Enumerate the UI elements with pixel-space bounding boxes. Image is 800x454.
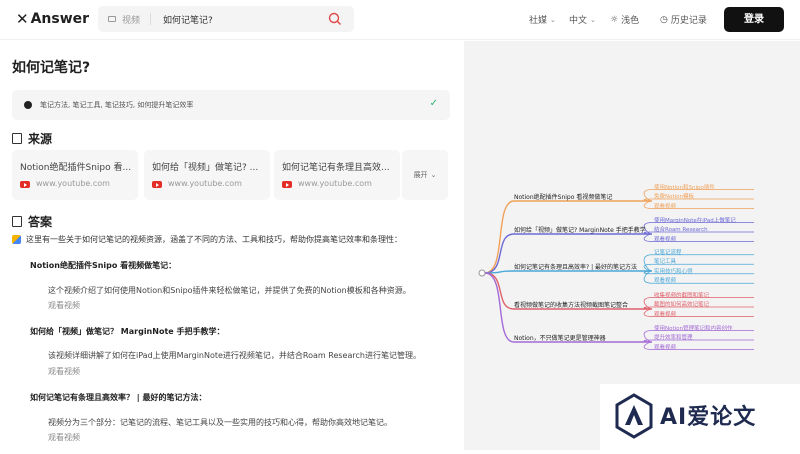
mindmap-leaf-label[interactable]: 笔记工具 (654, 257, 676, 265)
mindmap-leaf-label[interactable]: 结合Roam Research (654, 225, 708, 233)
theme-toggle[interactable]: ☼ 浅色 (610, 13, 640, 27)
source-card[interactable]: Notion绝配插件Snipo 看... www.youtube.com (12, 150, 138, 200)
clock-icon: ◷ (660, 14, 668, 25)
mindmap-branch-label[interactable]: Notion绝配插件Snipo 看视频做笔记 (514, 192, 612, 201)
chevron-down-icon: ⌄ (430, 171, 437, 179)
answer-item-title: 如何给「视频」做笔记？ MarginNote 手把手教学： (30, 327, 225, 336)
history-link-label: 历史记录 (670, 16, 707, 26)
search-source-label[interactable]: 视频 (122, 13, 140, 26)
keywords-bar: 笔记方法, 笔记工具, 笔记技巧, 如何提升笔记效率 ✓ (12, 90, 450, 120)
expand-label: 展开 (413, 171, 428, 179)
source-card[interactable]: 如何记笔记有条理且高效... www.youtube.com (274, 150, 400, 200)
expand-sources-button[interactable]: 展开 ⌄ (402, 150, 448, 200)
mindmap-leaf-label[interactable]: 实用技巧和心得 (654, 267, 693, 275)
mindmap-leaf-label[interactable]: 观看视频 (654, 343, 676, 351)
youtube-icon (152, 181, 162, 188)
sources-heading-text: 来源 (28, 132, 53, 146)
watermark-text: AI爱论文 (660, 405, 757, 430)
watch-video-link[interactable]: 观看视频 (48, 366, 80, 377)
mindmap-leaf-label[interactable]: 使用Notion管理笔记和内容创作 (654, 324, 733, 332)
mindmap-leaf-label[interactable]: 使用MarginNote在iPad上做笔记 (654, 216, 736, 224)
mindmap-leaf-label[interactable]: 记笔记流程 (654, 248, 682, 256)
sun-icon: ☼ (610, 14, 619, 25)
search-divider (150, 13, 152, 25)
language-menu-label: 中文 (569, 16, 588, 26)
social-menu-label: 社媒 (529, 16, 548, 26)
search-bar[interactable]: 视频 如何记笔记? (98, 6, 354, 32)
top-bar: ✕ Answer 视频 如何记笔记? 社媒 ⌄ 中文 ⌄ ☼ 浅色 ◷ 历史记录… (0, 0, 800, 40)
sources-heading: 来源 (12, 130, 52, 147)
answer-item-title: 如何记笔记有条理且高效率？ | 最好的笔记方法： (30, 393, 207, 402)
mindmap-leaf-label[interactable]: 收集视频的截图和笔记 (654, 291, 709, 299)
search-input[interactable]: 如何记笔记? (163, 13, 213, 26)
check-icon: ✓ (429, 98, 438, 109)
login-button[interactable]: 登录 (724, 7, 784, 32)
mindmap-leaf-label[interactable]: 截图的如何高效记笔记 (654, 300, 709, 308)
keywords-text: 笔记方法, 笔记工具, 笔记技巧, 如何提升笔记效率 (40, 101, 194, 109)
app-logo[interactable]: ✕ Answer (16, 10, 89, 28)
answer-intro-text: 这里有一些关于如何记笔记的视频资源，涵盖了不同的方法、工具和技巧，帮助你提高笔记… (26, 235, 402, 244)
watermark-logo-icon (615, 393, 653, 439)
answer-item-desc: 视频分为三个部分：记笔记的流程、笔记工具以及一些实用的技巧和心得，帮助你高效地记… (48, 418, 392, 427)
mindmap-branch-label[interactable]: 如何给「视频」做笔记? MarginNote 手把手教学 (514, 225, 646, 234)
source-card-url: www.youtube.com (36, 179, 110, 188)
answer-item-title: Notion绝配插件Snipo 看视频做笔记： (30, 261, 177, 270)
language-menu[interactable]: 中文 ⌄ (569, 13, 596, 27)
watch-video-link[interactable]: 观看视频 (48, 300, 80, 311)
mindmap-branch-label[interactable]: 如何记笔记有条理且高效率? | 最好的笔记方法 (514, 262, 637, 271)
mindmap-branch-label[interactable]: Notion，不只做笔记更是管理神器 (514, 333, 606, 342)
document-icon (12, 133, 22, 144)
source-card-title: 如何给「视频」做笔记? ... (152, 163, 259, 173)
video-source-icon (108, 16, 116, 22)
mindmap-leaf-label[interactable]: 观看视频 (654, 276, 676, 284)
answer-item-desc: 该视频详细讲解了如何在iPad上使用MarginNote进行视频笔记，并结合Ro… (48, 351, 421, 360)
mindmap-branch-label[interactable]: 看视频做笔记的收集方法视频截图笔记整合 (514, 300, 628, 309)
source-card-title: Notion绝配插件Snipo 看... (20, 163, 132, 173)
mindmap-leaf-label[interactable]: 观看视频 (654, 235, 676, 243)
logo-mark-icon: ✕ (16, 10, 29, 28)
mindmap-root-node[interactable] (478, 269, 486, 277)
source-card[interactable]: 如何给「视频」做笔记? ... www.youtube.com (144, 150, 270, 200)
page-title: 如何记笔记? (12, 60, 91, 76)
youtube-icon (282, 181, 292, 188)
mindmap-leaf-label[interactable]: 观看视频 (654, 202, 676, 210)
answer-intro: 这里有一些关于如何记笔记的视频资源，涵盖了不同的方法、工具和技巧，帮助你提高笔记… (12, 234, 402, 245)
source-card-title: 如何记笔记有条理且高效... (282, 163, 390, 173)
theme-toggle-label: 浅色 (621, 16, 640, 26)
logo-text: Answer (30, 11, 90, 27)
mindmap-connector (484, 270, 652, 274)
mindmap-leaf-label[interactable]: 使用Notion和Snipo插件 (654, 183, 715, 191)
document-icon (12, 216, 22, 227)
watermark: AI爱论文 (600, 384, 800, 450)
chevron-down-icon: ⌄ (590, 15, 596, 24)
mindmap-leaf-label[interactable]: 提升效率和管理 (654, 333, 693, 341)
history-link[interactable]: ◷ 历史记录 (660, 13, 707, 27)
answer-heading-text: 答案 (28, 215, 53, 229)
search-icon[interactable] (328, 12, 342, 26)
source-card-url: www.youtube.com (168, 179, 242, 188)
youtube-icon (20, 181, 30, 188)
answer-heading: 答案 (12, 213, 52, 230)
social-menu[interactable]: 社媒 ⌄ (529, 13, 556, 27)
watch-video-link[interactable]: 观看视频 (48, 432, 80, 443)
answer-item-desc: 这个视频介绍了如何使用Notion和Snipo插件来轻松做笔记，并提供了免费的N… (48, 286, 411, 295)
books-icon (12, 235, 21, 244)
source-card-url: www.youtube.com (298, 179, 372, 188)
status-dot-icon (24, 101, 32, 109)
mindmap-leaf-label[interactable]: 免费Notion模板 (654, 192, 694, 200)
chevron-down-icon: ⌄ (550, 15, 556, 24)
mindmap-leaf-label[interactable]: 观看视频 (654, 310, 676, 318)
